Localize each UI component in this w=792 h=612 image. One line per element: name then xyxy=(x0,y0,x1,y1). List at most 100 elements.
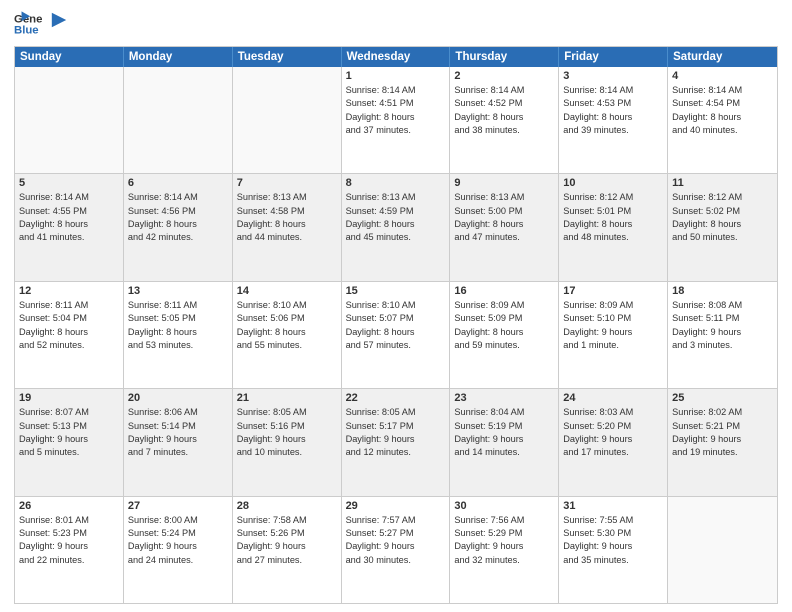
calendar-cell: 8Sunrise: 8:13 AM Sunset: 4:59 PM Daylig… xyxy=(342,174,451,280)
header-day-friday: Friday xyxy=(559,47,668,67)
calendar-cell: 25 Sunrise: 8:02 AM Sunset: 5:21 PM Dayli… xyxy=(668,389,777,495)
header-day-thursday: Thursday xyxy=(450,47,559,67)
day-number: 13 xyxy=(128,285,228,297)
day-number: 14 xyxy=(237,285,337,297)
calendar-cell xyxy=(124,67,233,173)
day-number: 2 xyxy=(454,70,554,82)
day-number: 21 xyxy=(237,392,337,404)
day-number: 8 xyxy=(346,177,446,189)
day-number: 12 xyxy=(19,285,119,297)
day-number: 3 xyxy=(563,70,663,82)
day-info: Sunrise: 8:12 AM Sunset: 5:02 PM Dayligh… xyxy=(672,191,773,244)
day-info: Sunrise: 8:08 AM Sunset: 5:11 PM Dayligh… xyxy=(672,299,773,352)
calendar-row-5: 26 Sunrise: 8:01 AM Sunset: 5:23 PM Dayli… xyxy=(15,497,777,603)
page: General Blue SundayMondayTuesdayWednesda… xyxy=(0,0,792,612)
calendar-cell: 5 Sunrise: 8:14 AM Sunset: 4:55 PM Daylig… xyxy=(15,174,124,280)
calendar-cell xyxy=(668,497,777,603)
day-number: 25 xyxy=(672,392,773,404)
day-number: 24 xyxy=(563,392,663,404)
calendar-cell: 31Sunrise: 7:55 AM Sunset: 5:30 PM Dayli… xyxy=(559,497,668,603)
day-number: 6 xyxy=(128,177,228,189)
calendar-cell: 4 Sunrise: 8:14 AM Sunset: 4:54 PM Daylig… xyxy=(668,67,777,173)
day-info: Sunrise: 8:05 AM Sunset: 5:16 PM Dayligh… xyxy=(237,406,337,459)
calendar-cell: 26 Sunrise: 8:01 AM Sunset: 5:23 PM Dayli… xyxy=(15,497,124,603)
day-info: Sunrise: 7:58 AM Sunset: 5:26 PM Dayligh… xyxy=(237,514,337,567)
day-number: 27 xyxy=(128,500,228,512)
day-number: 10 xyxy=(563,177,663,189)
day-info: Sunrise: 8:14 AM Sunset: 4:56 PM Dayligh… xyxy=(128,191,228,244)
day-info: Sunrise: 8:10 AM Sunset: 5:06 PM Dayligh… xyxy=(237,299,337,352)
day-info: Sunrise: 8:14 AM Sunset: 4:52 PM Dayligh… xyxy=(454,84,554,137)
day-number: 26 xyxy=(19,500,119,512)
day-info: Sunrise: 8:13 AM Sunset: 5:00 PM Dayligh… xyxy=(454,191,554,244)
day-number: 30 xyxy=(454,500,554,512)
day-info: Sunrise: 8:09 AM Sunset: 5:09 PM Dayligh… xyxy=(454,299,554,352)
calendar-cell: 21 Sunrise: 8:05 AM Sunset: 5:16 PM Dayli… xyxy=(233,389,342,495)
header-day-monday: Monday xyxy=(124,47,233,67)
day-info: Sunrise: 7:56 AM Sunset: 5:29 PM Dayligh… xyxy=(454,514,554,567)
day-info: Sunrise: 8:14 AM Sunset: 4:53 PM Dayligh… xyxy=(563,84,663,137)
calendar-cell: 16 Sunrise: 8:09 AM Sunset: 5:09 PM Dayli… xyxy=(450,282,559,388)
day-number: 1 xyxy=(346,70,446,82)
calendar-cell xyxy=(15,67,124,173)
calendar-cell: 11Sunrise: 8:12 AM Sunset: 5:02 PM Dayli… xyxy=(668,174,777,280)
calendar-cell: 24 Sunrise: 8:03 AM Sunset: 5:20 PM Dayli… xyxy=(559,389,668,495)
calendar-cell: 22Sunrise: 8:05 AM Sunset: 5:17 PM Dayli… xyxy=(342,389,451,495)
calendar-cell: 28Sunrise: 7:58 AM Sunset: 5:26 PM Dayli… xyxy=(233,497,342,603)
day-number: 7 xyxy=(237,177,337,189)
calendar-cell: 9Sunrise: 8:13 AM Sunset: 5:00 PM Daylig… xyxy=(450,174,559,280)
calendar-cell: 18 Sunrise: 8:08 AM Sunset: 5:11 PM Dayli… xyxy=(668,282,777,388)
calendar-cell: 29 Sunrise: 7:57 AM Sunset: 5:27 PM Dayli… xyxy=(342,497,451,603)
calendar-body: 1 Sunrise: 8:14 AM Sunset: 4:51 PM Daylig… xyxy=(15,67,777,603)
day-number: 29 xyxy=(346,500,446,512)
day-info: Sunrise: 8:11 AM Sunset: 5:04 PM Dayligh… xyxy=(19,299,119,352)
logo: General Blue xyxy=(14,10,68,38)
day-info: Sunrise: 8:10 AM Sunset: 5:07 PM Dayligh… xyxy=(346,299,446,352)
day-info: Sunrise: 8:03 AM Sunset: 5:20 PM Dayligh… xyxy=(563,406,663,459)
day-info: Sunrise: 8:04 AM Sunset: 5:19 PM Dayligh… xyxy=(454,406,554,459)
calendar-cell: 19Sunrise: 8:07 AM Sunset: 5:13 PM Dayli… xyxy=(15,389,124,495)
day-info: Sunrise: 8:14 AM Sunset: 4:51 PM Dayligh… xyxy=(346,84,446,137)
day-info: Sunrise: 8:02 AM Sunset: 5:21 PM Dayligh… xyxy=(672,406,773,459)
day-info: Sunrise: 7:57 AM Sunset: 5:27 PM Dayligh… xyxy=(346,514,446,567)
day-info: Sunrise: 7:55 AM Sunset: 5:30 PM Dayligh… xyxy=(563,514,663,567)
header: General Blue xyxy=(14,10,778,38)
day-info: Sunrise: 8:06 AM Sunset: 5:14 PM Dayligh… xyxy=(128,406,228,459)
svg-text:General: General xyxy=(14,13,42,25)
day-info: Sunrise: 8:13 AM Sunset: 4:58 PM Dayligh… xyxy=(237,191,337,244)
calendar-cell: 12 Sunrise: 8:11 AM Sunset: 5:04 PM Dayli… xyxy=(15,282,124,388)
header-day-tuesday: Tuesday xyxy=(233,47,342,67)
calendar-row-2: 5 Sunrise: 8:14 AM Sunset: 4:55 PM Daylig… xyxy=(15,174,777,281)
calendar-cell: 3 Sunrise: 8:14 AM Sunset: 4:53 PM Daylig… xyxy=(559,67,668,173)
day-number: 17 xyxy=(563,285,663,297)
calendar-cell: 17 Sunrise: 8:09 AM Sunset: 5:10 PM Dayli… xyxy=(559,282,668,388)
calendar-cell: 2 Sunrise: 8:14 AM Sunset: 4:52 PM Daylig… xyxy=(450,67,559,173)
calendar-row-4: 19Sunrise: 8:07 AM Sunset: 5:13 PM Dayli… xyxy=(15,389,777,496)
calendar-cell: 14 Sunrise: 8:10 AM Sunset: 5:06 PM Dayli… xyxy=(233,282,342,388)
calendar-row-3: 12 Sunrise: 8:11 AM Sunset: 5:04 PM Dayli… xyxy=(15,282,777,389)
logo-icon: General Blue xyxy=(14,10,42,38)
calendar-cell: 15 Sunrise: 8:10 AM Sunset: 5:07 PM Dayli… xyxy=(342,282,451,388)
day-number: 5 xyxy=(19,177,119,189)
svg-text:Blue: Blue xyxy=(14,25,39,37)
calendar-cell: 30 Sunrise: 7:56 AM Sunset: 5:29 PM Dayli… xyxy=(450,497,559,603)
calendar: SundayMondayTuesdayWednesdayThursdayFrid… xyxy=(14,46,778,604)
day-number: 4 xyxy=(672,70,773,82)
day-info: Sunrise: 8:14 AM Sunset: 4:55 PM Dayligh… xyxy=(19,191,119,244)
calendar-cell xyxy=(233,67,342,173)
calendar-row-1: 1 Sunrise: 8:14 AM Sunset: 4:51 PM Daylig… xyxy=(15,67,777,174)
calendar-cell: 13Sunrise: 8:11 AM Sunset: 5:05 PM Dayli… xyxy=(124,282,233,388)
day-number: 19 xyxy=(19,392,119,404)
day-info: Sunrise: 8:12 AM Sunset: 5:01 PM Dayligh… xyxy=(563,191,663,244)
day-info: Sunrise: 8:14 AM Sunset: 4:54 PM Dayligh… xyxy=(672,84,773,137)
day-info: Sunrise: 8:01 AM Sunset: 5:23 PM Dayligh… xyxy=(19,514,119,567)
logo-arrow-icon xyxy=(50,11,68,29)
day-info: Sunrise: 8:09 AM Sunset: 5:10 PM Dayligh… xyxy=(563,299,663,352)
day-number: 18 xyxy=(672,285,773,297)
day-number: 16 xyxy=(454,285,554,297)
day-number: 15 xyxy=(346,285,446,297)
calendar-cell: 23Sunrise: 8:04 AM Sunset: 5:19 PM Dayli… xyxy=(450,389,559,495)
calendar-cell: 27Sunrise: 8:00 AM Sunset: 5:24 PM Dayli… xyxy=(124,497,233,603)
header-day-saturday: Saturday xyxy=(668,47,777,67)
calendar-cell: 20Sunrise: 8:06 AM Sunset: 5:14 PM Dayli… xyxy=(124,389,233,495)
